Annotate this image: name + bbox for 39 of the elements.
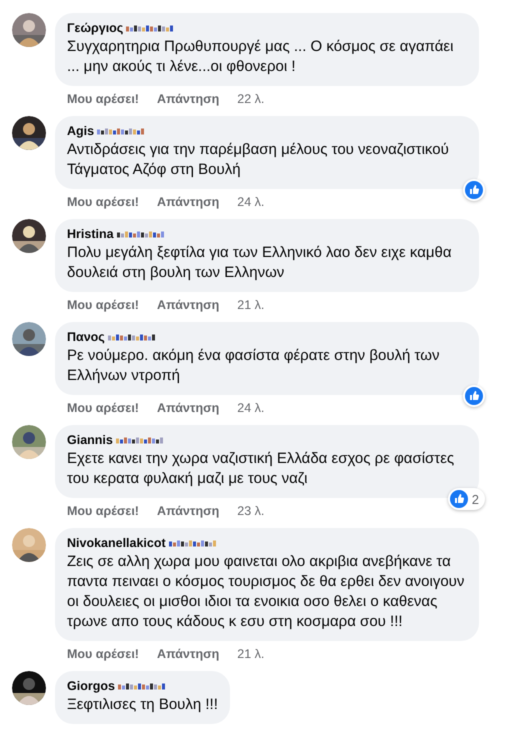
- reaction-badge[interactable]: [463, 179, 485, 201]
- reaction-count: 2: [472, 492, 480, 506]
- reply-link[interactable]: Απάντηση: [156, 195, 220, 209]
- thumbs-up-icon: [465, 387, 483, 405]
- like-link[interactable]: Μου αρέσει!: [67, 298, 139, 312]
- like-link[interactable]: Μου αρέσει!: [67, 504, 139, 518]
- author-name[interactable]: Πανος: [67, 330, 105, 344]
- like-link[interactable]: Μου αρέσει!: [67, 401, 139, 415]
- reaction-badge[interactable]: 2: [448, 488, 485, 510]
- comment-text: Πολυ μεγάλη ξεφτίλα για των Ελληνικό λαο δεν ειχε καμθα δουλειά στη βουλη των Ελληνων: [67, 243, 453, 283]
- thumbs-up-icon: [465, 181, 483, 199]
- comment-text: Ξεφτιλισες τη Βουλη !!!: [67, 695, 218, 715]
- like-link[interactable]: Μου αρέσει!: [67, 92, 139, 106]
- reply-link[interactable]: Απάντηση: [156, 647, 220, 661]
- author-name[interactable]: Giorgos: [67, 679, 115, 693]
- reply-link[interactable]: Απάντηση: [156, 298, 220, 312]
- reaction-badge[interactable]: [463, 385, 485, 407]
- comment-text: Αντιδράσεις για την παρέμβαση μέλους του νεοναζιστικού Τάγματος Αζόφ στη Βουλή: [67, 140, 450, 180]
- comment-time: 24 λ.: [237, 195, 264, 209]
- comment-text: Συγχαρητηρια Πρωθυπουργέ μας ... Ο κόσμος σε αγαπάει ... μην ακούς τι λένε...οι φθονεροι !: [67, 37, 454, 77]
- reply-link[interactable]: Απάντηση: [156, 504, 220, 518]
- author-name[interactable]: Agis: [67, 124, 94, 138]
- comment-text: Ζεις σε αλλη χωρα μου φαινεται ολο ακριβια ανεβήκανε τα παντα πειναει ο κόσμος τουρισμος δε θα ερθει δεν ανοιγουν οι δουλειες οι μισθοι ιδιοι τα ενοικια οσο θελει ο καθενας τρωνε απο τους κάδους κ εσυ στη κοσμαρα σου !!!: [67, 552, 466, 632]
- like-link[interactable]: Μου αρέσει!: [67, 647, 139, 661]
- author-name[interactable]: Giannis: [67, 433, 113, 447]
- reply-link[interactable]: Απάντηση: [156, 401, 220, 415]
- comment-text: Ρε νούμερο. ακόμη ένα φασίστα φέρατε στην βουλή των Ελλήνων ντροπή: [67, 346, 440, 386]
- comment-time: 23 λ.: [237, 504, 264, 518]
- comment-time: 22 λ.: [237, 92, 264, 106]
- author-name[interactable]: Γεώργιος: [67, 21, 124, 35]
- author-name[interactable]: Nivokanellakicot: [67, 536, 166, 550]
- comment-text: Εχετε κανει την χωρα ναζιστική Ελλάδα εσχος ρε φασίστες του κερατα φυλακή μαζι με τους ναζι: [67, 449, 456, 489]
- reply-link[interactable]: Απάντηση: [156, 92, 220, 106]
- thumbs-up-icon: [450, 490, 468, 508]
- comment-time: 21 λ.: [237, 647, 264, 661]
- author-name[interactable]: Hristina: [67, 227, 114, 241]
- comment-time: 21 λ.: [237, 298, 264, 312]
- comment-time: 24 λ.: [237, 401, 264, 415]
- like-link[interactable]: Μου αρέσει!: [67, 195, 139, 209]
